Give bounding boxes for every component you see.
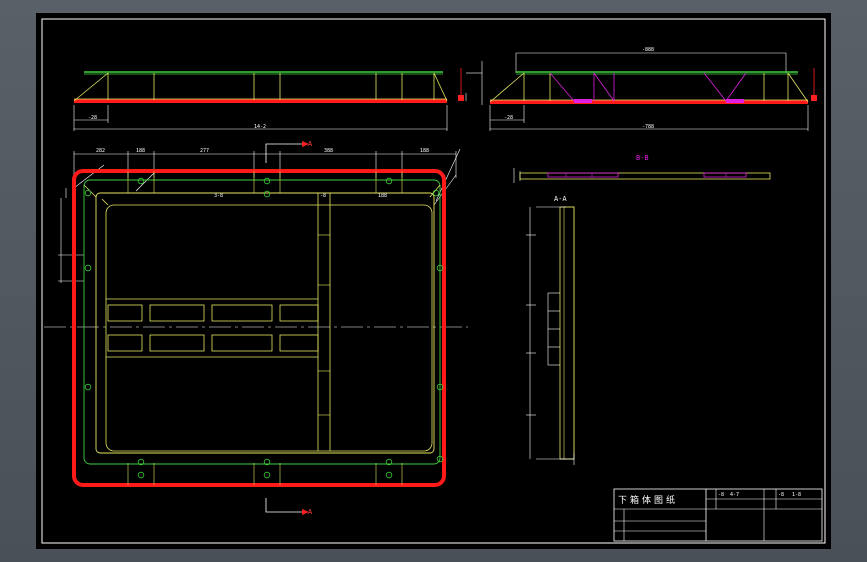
- cad-drawing: -28 14-2 -888 -28 -788 A A 282 188 277 3…: [41, 18, 826, 544]
- dim-inner-2: -8: [320, 193, 326, 199]
- dim-top-3: 277: [200, 148, 209, 154]
- section-bb: B-B: [513, 154, 771, 183]
- dim-inner-1: 3-8: [214, 193, 223, 199]
- section-bb-label: B-B: [636, 154, 649, 162]
- title-cell-3: -8: [778, 492, 784, 498]
- section-a-label-top: A: [308, 140, 313, 148]
- dim-right-short: -28: [504, 115, 513, 121]
- dim-right-top: -888: [642, 47, 654, 53]
- front-view-left: -28 14-2: [73, 71, 448, 131]
- section-aa: A-A: [526, 195, 575, 465]
- section-arrow-left: [458, 95, 464, 101]
- dim-right-long: -788: [642, 124, 654, 130]
- dim-inner-3: 188: [378, 193, 387, 199]
- title-cell-2: 4-7: [730, 492, 739, 498]
- title-cell-1: -8: [718, 492, 724, 498]
- title-cell-4: 1-8: [792, 492, 801, 498]
- bolt-holes: [84, 177, 444, 479]
- inner-cavity: [105, 204, 433, 452]
- dim-top-1: 282: [96, 148, 105, 154]
- section-a-label-bottom: A: [308, 508, 313, 516]
- outer-flange-outline: [72, 169, 446, 487]
- green-outline: [83, 179, 441, 465]
- front-view-right: -888 -28 -788: [458, 47, 817, 131]
- dim-top-2: 188: [136, 148, 145, 154]
- drawing-sheet: -28 14-2 -888 -28 -788 A A 282 188 277 3…: [36, 13, 831, 549]
- drawing-title: 下箱体图纸: [618, 494, 678, 506]
- dim-top-5: 188: [420, 148, 429, 154]
- dim-left-long: 14-2: [254, 124, 266, 130]
- dim-left-short: -28: [88, 115, 97, 121]
- section-arrow-right: [811, 95, 817, 101]
- title-block: 下箱体图纸 -8 4-7 -8 1-8: [613, 488, 823, 542]
- top-view: A A 282 188 277 388 188 3-8 -8 188: [44, 140, 468, 516]
- dim-top-4: 388: [324, 148, 333, 154]
- section-aa-label: A-A: [554, 195, 567, 203]
